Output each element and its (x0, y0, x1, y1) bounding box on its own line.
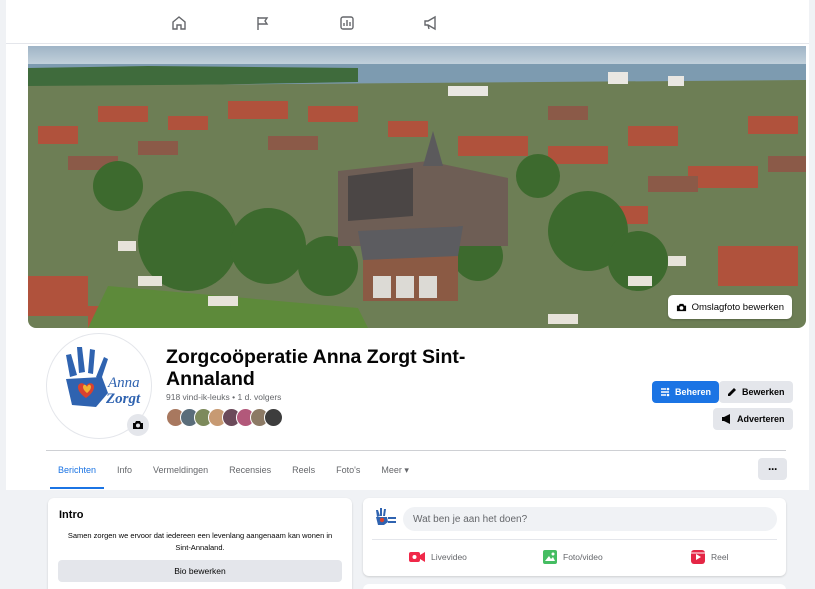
avatar-camera-button[interactable] (127, 414, 149, 436)
tab-mentions[interactable]: Vermeldingen (153, 451, 208, 489)
follower-avatar[interactable] (264, 408, 283, 427)
advertise-button[interactable]: Adverteren (713, 408, 793, 430)
manage-label: Beheren (675, 387, 712, 397)
tab-reviews[interactable]: Recensies (229, 451, 271, 489)
composer-divider (372, 539, 777, 540)
page-stats[interactable]: 918 vind-ik-leuks • 1 d. volgers (166, 392, 281, 402)
reel-label: Reel (711, 552, 729, 562)
reel-button[interactable]: Reel (691, 547, 728, 567)
tab-label: Reels (292, 465, 316, 475)
next-card (363, 584, 786, 589)
edit-label: Bewerken (742, 387, 785, 397)
page-tabs: Berichten Info Vermeldingen Recensies Re… (46, 451, 430, 489)
camera-icon (133, 421, 143, 429)
more-options-button[interactable]: ··· (758, 458, 787, 480)
edit-cover-button[interactable]: Omslagfoto bewerken (667, 295, 792, 319)
edit-cover-label: Omslagfoto bewerken (691, 301, 784, 313)
tab-photos[interactable]: Foto's (336, 451, 360, 489)
tab-reels[interactable]: Reels (292, 451, 315, 489)
live-video-button[interactable]: Livevideo (409, 547, 467, 567)
logo-text-zorgt: Zorgt (105, 391, 141, 407)
tab-posts[interactable]: Berichten (49, 451, 105, 489)
intro-card: Intro Samen zorgen we ervoor dat iederee… (48, 498, 352, 589)
cover-photo[interactable]: Omslagfoto bewerken (28, 46, 806, 328)
megaphone-icon (722, 414, 730, 424)
tab-more[interactable]: Meer ▾ (381, 451, 409, 489)
ad-center-icon[interactable] (336, 12, 358, 34)
tab-label: Foto's (336, 465, 361, 475)
edit-bio-label: Bio bewerken (174, 566, 226, 576)
composer-input[interactable]: Wat ben je aan het doen? (403, 507, 777, 531)
live-video-label: Livevideo (431, 552, 467, 562)
post-composer: Wat ben je aan het doen? Livevideo Foto/… (363, 498, 786, 576)
follower-avatars[interactable] (166, 408, 283, 427)
composer-placeholder: Wat ben je aan het doen? (413, 513, 528, 525)
page-header-card: Omslagfoto bewerken Anna Zorgt Zorgcoöpe… (6, 44, 809, 490)
manage-button[interactable]: Beheren (652, 381, 720, 403)
tab-label: Recensies (229, 465, 272, 475)
tab-label: Info (117, 465, 133, 475)
megaphone-icon[interactable] (420, 12, 442, 34)
intro-bio-text: Samen zorgen we ervoor dat iedereen een … (67, 531, 333, 552)
page-title: Zorgcoöperatie Anna Zorgt Sint-Annaland (166, 346, 466, 390)
photo-icon (543, 550, 557, 564)
edit-button[interactable]: Bewerken (719, 381, 793, 403)
tab-info[interactable]: Info (117, 451, 132, 489)
manage-icon (661, 387, 670, 397)
edit-bio-button[interactable]: Bio bewerken (58, 560, 342, 582)
tab-label: Meer ▾ (381, 464, 409, 475)
intro-title: Intro (59, 509, 84, 521)
live-video-icon (409, 552, 425, 562)
reel-icon (691, 550, 705, 564)
tab-label: Vermeldingen (153, 465, 209, 475)
logo-text-anna: Anna (107, 375, 140, 391)
more-options-label: ··· (768, 462, 778, 476)
pencil-icon (728, 388, 736, 396)
composer-avatar[interactable] (372, 506, 398, 532)
home-icon[interactable] (168, 12, 190, 34)
photo-video-button[interactable]: Foto/video (543, 547, 603, 567)
tab-label: Berichten (58, 465, 97, 475)
top-navigation (6, 0, 809, 44)
advertise-label: Adverteren (737, 414, 785, 424)
photo-video-label: Foto/video (563, 552, 603, 562)
camera-icon (676, 303, 686, 311)
flag-icon[interactable] (252, 12, 274, 34)
